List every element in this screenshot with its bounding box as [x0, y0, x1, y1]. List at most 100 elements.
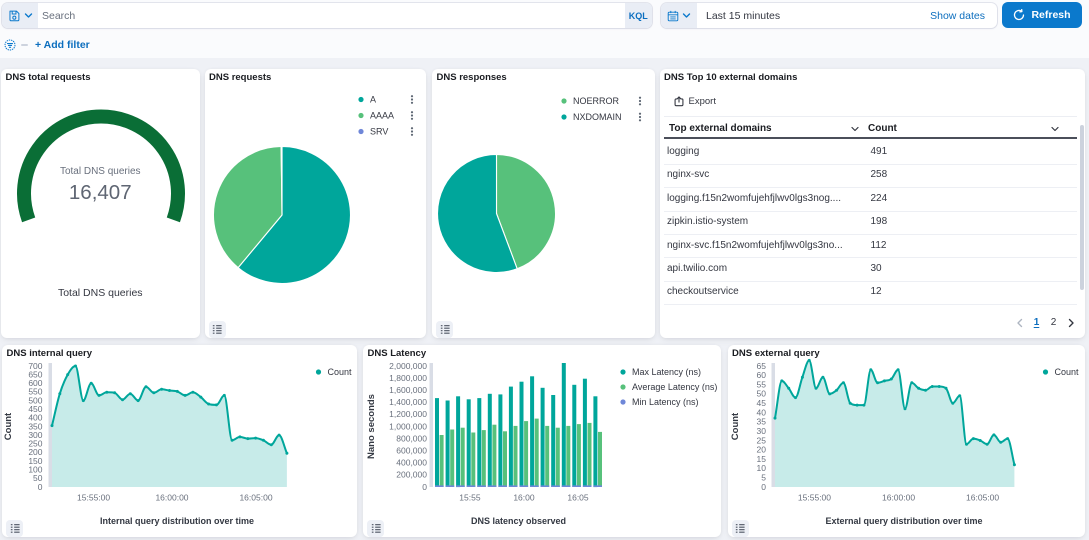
- legend-label[interactable]: A: [370, 94, 376, 104]
- legend-dot: [358, 128, 363, 133]
- column-header-count[interactable]: Count: [868, 123, 897, 134]
- legend-label[interactable]: SRV: [370, 126, 388, 136]
- table-row: nginx-svc.f15n2womfujehfjlwv0lgs3no...11…: [664, 235, 1077, 258]
- legend-toggle-button[interactable]: [209, 321, 226, 338]
- point-marker: [238, 435, 241, 438]
- legend-toggle-button[interactable]: [6, 520, 23, 537]
- legend-menu-icon[interactable]: [410, 98, 412, 100]
- table-row: nginx-svc258: [664, 165, 1077, 188]
- pagination-page-1[interactable]: 1: [1029, 314, 1045, 332]
- legend-toggle-button[interactable]: [732, 520, 749, 537]
- legend-label[interactable]: Average Latency (ns): [632, 382, 717, 392]
- legend-menu-icon[interactable]: [639, 99, 641, 101]
- save-icon: [8, 10, 20, 22]
- bar-min: [541, 485, 550, 487]
- y-tick-label: 200,000: [396, 470, 427, 480]
- column-header-domains[interactable]: Top external domains: [669, 123, 772, 134]
- calendar-menu-button[interactable]: [661, 3, 697, 28]
- legend-dot: [561, 114, 566, 119]
- x-tick-label: 16:00: [513, 493, 535, 503]
- y-axis-line: [771, 363, 775, 487]
- legend-menu-icon[interactable]: [410, 95, 412, 97]
- area-chart[interactable]: 0501001502002503003504004505005506006507…: [2, 345, 356, 536]
- y-tick-label: 10: [756, 463, 766, 473]
- pie-chart[interactable]: NOERROR NXDOMAIN: [432, 69, 654, 338]
- cell-domain: checkoutservice: [667, 286, 739, 297]
- cell-count: 258: [871, 169, 888, 180]
- point-marker: [137, 399, 140, 402]
- point-marker: [848, 402, 851, 405]
- bar-avg: [514, 426, 518, 487]
- show-dates-link[interactable]: Show dates: [930, 10, 997, 22]
- search-input[interactable]: Search: [38, 3, 625, 28]
- bar-avg: [524, 421, 528, 487]
- export-button[interactable]: Export: [674, 95, 716, 109]
- legend-label[interactable]: NXDOMAIN: [573, 112, 622, 122]
- bar-chart[interactable]: 0200,000400,000600,000800,0001,000,0001,…: [363, 345, 721, 536]
- refresh-button[interactable]: Refresh: [1002, 2, 1082, 28]
- pie-chart[interactable]: AAAAASRV: [205, 69, 426, 338]
- kql-badge[interactable]: KQL: [625, 3, 653, 28]
- legend-menu-icon[interactable]: [639, 103, 641, 105]
- legend-menu-icon[interactable]: [410, 111, 412, 113]
- point-marker: [184, 394, 187, 397]
- legend-menu-icon[interactable]: [639, 112, 641, 114]
- point-marker: [129, 392, 132, 395]
- time-range-value[interactable]: Last 15 minutes: [697, 10, 930, 22]
- legend-menu-icon[interactable]: [639, 119, 641, 121]
- search-placeholder: Search: [42, 10, 75, 22]
- bar-avg: [461, 428, 465, 487]
- y-tick-label: 1,800,000: [389, 373, 427, 383]
- bar-max: [456, 396, 460, 487]
- bar-avg: [577, 424, 581, 487]
- point-marker: [82, 399, 85, 402]
- y-tick-label: 150: [28, 456, 42, 466]
- legend-label[interactable]: AAAA: [370, 110, 394, 120]
- point-marker: [917, 387, 920, 390]
- y-tick-label: 800,000: [396, 433, 427, 443]
- legend-label[interactable]: Count: [328, 367, 353, 377]
- legend-label[interactable]: Max Latency (ns): [632, 367, 701, 377]
- legend-menu-icon[interactable]: [410, 117, 412, 119]
- point-marker: [937, 385, 940, 388]
- x-tick-label: 16:05: [567, 493, 589, 503]
- point-marker: [262, 439, 265, 442]
- area-fill: [52, 366, 287, 487]
- point-marker: [1006, 437, 1009, 440]
- point-marker: [145, 385, 148, 388]
- area-chart[interactable]: 0510152025303540455055606515:55:0016:00:…: [728, 345, 1085, 536]
- add-filter-button[interactable]: + Add filter: [35, 39, 90, 51]
- legend-label[interactable]: Count: [1054, 367, 1079, 377]
- x-tick-label: 16:00:00: [881, 493, 914, 503]
- legend-menu-icon[interactable]: [410, 133, 412, 135]
- legend-toggle-button[interactable]: [367, 520, 384, 537]
- chevron-down-icon[interactable]: [1050, 124, 1060, 134]
- bar-min: [477, 485, 486, 487]
- pagination-next-icon[interactable]: [1063, 314, 1079, 332]
- legend-menu-icon[interactable]: [410, 130, 412, 132]
- legend-menu-icon[interactable]: [639, 96, 641, 98]
- scrollbar[interactable]: [1080, 125, 1085, 290]
- bar-min: [488, 485, 497, 487]
- legend-toggle-button[interactable]: [436, 321, 453, 338]
- filter-icon[interactable]: [4, 39, 16, 51]
- chevron-down-icon[interactable]: [850, 124, 860, 134]
- legend-menu-icon[interactable]: [410, 101, 412, 103]
- point-marker: [896, 368, 899, 371]
- legend-label[interactable]: Min Latency (ns): [632, 397, 699, 407]
- y-tick-label: 100: [28, 465, 42, 475]
- bar-max: [562, 363, 566, 487]
- y-axis-line: [430, 363, 434, 487]
- chevron-down-icon: [24, 11, 33, 20]
- bar-avg: [566, 426, 570, 487]
- saved-query-menu-button[interactable]: [2, 3, 38, 28]
- bar-max: [498, 394, 502, 487]
- legend-label[interactable]: NOERROR: [573, 96, 620, 106]
- legend-menu-icon[interactable]: [410, 127, 412, 129]
- pagination-page-2[interactable]: 2: [1046, 314, 1062, 332]
- legend-menu-icon[interactable]: [639, 115, 641, 117]
- legend-menu-icon[interactable]: [410, 114, 412, 116]
- point-marker: [944, 387, 947, 390]
- bar-min: [520, 485, 529, 487]
- list-icon: [735, 523, 745, 533]
